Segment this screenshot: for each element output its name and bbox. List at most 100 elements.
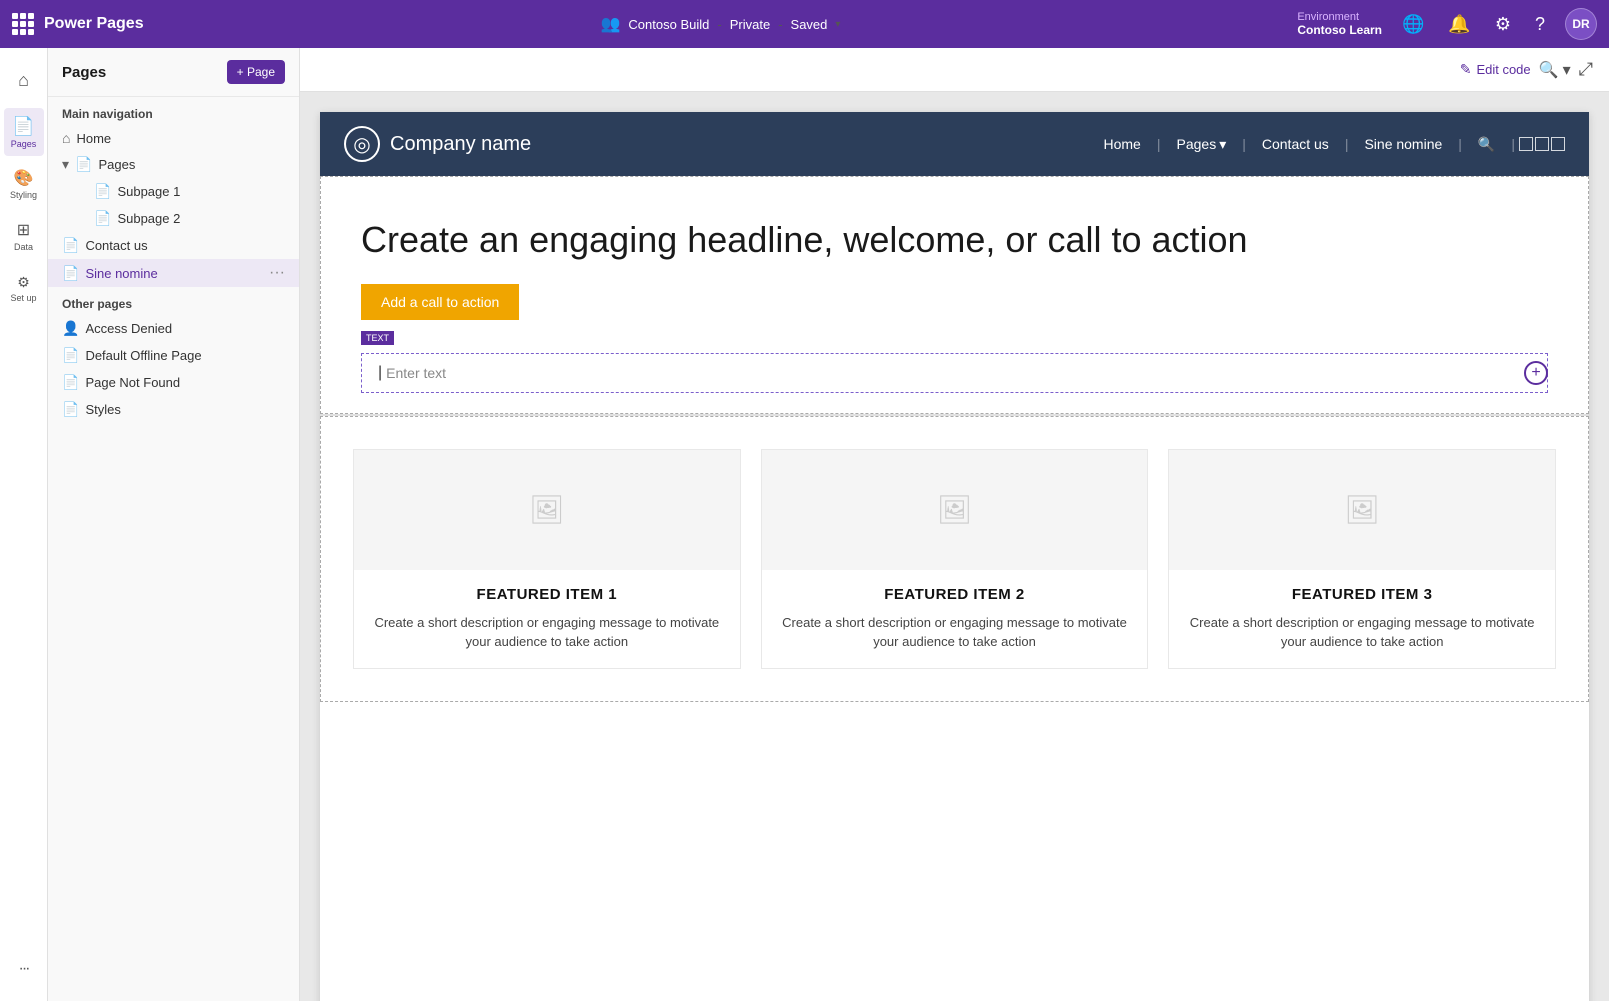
nav-item-home-label: Home bbox=[76, 131, 285, 146]
nav-item-access-denied-label: Access Denied bbox=[85, 321, 285, 336]
image-placeholder-icon-3: 🖼 bbox=[1344, 493, 1380, 526]
app-title: Power Pages bbox=[44, 15, 144, 33]
sidebar-pages-label: Pages bbox=[11, 139, 37, 149]
nav-item-offline-label: Default Offline Page bbox=[85, 348, 285, 363]
nav-sep-4: | bbox=[1458, 136, 1462, 152]
nav-item-sine-nomine-label: Sine nomine bbox=[85, 266, 263, 281]
not-found-icon: 📄 bbox=[62, 374, 79, 391]
notification-icon[interactable]: 🔔 bbox=[1444, 10, 1474, 39]
featured-item-desc-3: Create a short description or engaging m… bbox=[1185, 613, 1539, 652]
environment-icon[interactable]: 🌐 bbox=[1398, 10, 1428, 39]
sidebar-item-setup[interactable]: ⚙ Set up bbox=[4, 264, 44, 312]
nav-item-access-denied[interactable]: 👤 Access Denied bbox=[48, 315, 299, 342]
nav-item-sine-nomine[interactable]: 📄 Sine nomine ··· bbox=[48, 259, 299, 287]
site-people-icon: 👥 bbox=[601, 14, 621, 34]
zoom-button[interactable]: 🔍 bbox=[1539, 60, 1559, 80]
featured-card-body-3: FEATURED ITEM 3 Create a short descripti… bbox=[1169, 570, 1555, 668]
sine-nomine-icon: 📄 bbox=[62, 265, 79, 282]
avatar[interactable]: DR bbox=[1565, 8, 1597, 40]
nav-item-contact[interactable]: 📄 Contact us bbox=[48, 232, 299, 259]
site-dropdown-arrow[interactable]: ▾ bbox=[835, 19, 840, 30]
featured-grid: 🖼 FEATURED ITEM 1 Create a short descrip… bbox=[353, 449, 1556, 669]
apps-icon[interactable] bbox=[12, 13, 34, 35]
featured-image-2: 🖼 bbox=[762, 450, 1148, 570]
collapse-icon: ▾ bbox=[62, 156, 69, 173]
site-logo: ◎ Company name bbox=[344, 126, 1092, 162]
add-page-button[interactable]: + Page bbox=[227, 60, 285, 84]
nav-item-not-found[interactable]: 📄 Page Not Found bbox=[48, 369, 299, 396]
nav-link-home[interactable]: Home bbox=[1092, 130, 1153, 158]
featured-card-body-1: FEATURED ITEM 1 Create a short descripti… bbox=[354, 570, 740, 668]
featured-card-2: 🖼 FEATURED ITEM 2 Create a short descrip… bbox=[761, 449, 1149, 669]
site-nav-links: Home | Pages▾ | Contact us | Sine nomine… bbox=[1092, 130, 1566, 159]
featured-image-3: 🖼 bbox=[1169, 450, 1555, 570]
site-status: Saved bbox=[791, 17, 828, 32]
zoom-dropdown-button[interactable]: ▾ bbox=[1563, 60, 1571, 80]
hero-section: Create an engaging headline, welcome, or… bbox=[320, 176, 1589, 414]
nav-sep-2: | bbox=[1242, 136, 1246, 152]
nav-sep-3: | bbox=[1345, 136, 1349, 152]
featured-item-desc-1: Create a short description or engaging m… bbox=[370, 613, 724, 652]
home-icon: ⌂ bbox=[18, 70, 29, 91]
nav-link-sine[interactable]: Sine nomine bbox=[1352, 130, 1454, 158]
featured-item-title-1: FEATURED ITEM 1 bbox=[370, 586, 724, 603]
nav-search-icon[interactable]: 🔍 bbox=[1466, 130, 1507, 159]
top-bar: Power Pages 👥 Contoso Build - Private - … bbox=[0, 0, 1609, 48]
nav-item-pages-label: Pages bbox=[98, 157, 285, 172]
nav-item-styles[interactable]: 📄 Styles bbox=[48, 396, 299, 423]
featured-image-1: 🖼 bbox=[354, 450, 740, 570]
more-options-icon[interactable]: ··· bbox=[269, 264, 285, 282]
site-name: Contoso Build bbox=[628, 17, 709, 32]
nav-item-not-found-label: Page Not Found bbox=[85, 375, 285, 390]
edit-code-button[interactable]: ✎ Edit code bbox=[1460, 61, 1531, 78]
pages-panel-header: Pages + Page bbox=[48, 48, 299, 97]
edit-toolbar: ✎ Edit code 🔍 ▾ ⤢ bbox=[300, 48, 1609, 92]
cursor-icon: | bbox=[378, 364, 382, 382]
expand-button[interactable]: ⤢ bbox=[1579, 59, 1593, 80]
enter-text-row[interactable]: | Enter text + bbox=[361, 353, 1548, 393]
nav-item-subpage2[interactable]: 📄 Subpage 2 bbox=[48, 205, 299, 232]
image-placeholder-icon-2: 🖼 bbox=[937, 493, 973, 526]
featured-card-3: 🖼 FEATURED ITEM 3 Create a short descrip… bbox=[1168, 449, 1556, 669]
nav-item-pages[interactable]: ▾ 📄 Pages bbox=[48, 151, 299, 178]
nav-sep-1: | bbox=[1157, 136, 1161, 152]
sidebar-item-pages[interactable]: 📄 Pages bbox=[4, 108, 44, 156]
nav-item-subpage1[interactable]: 📄 Subpage 1 bbox=[48, 178, 299, 205]
nav-link-pages[interactable]: Pages▾ bbox=[1165, 130, 1239, 159]
env-name: Contoso Learn bbox=[1297, 23, 1382, 37]
site-privacy: - bbox=[717, 17, 721, 32]
company-name: Company name bbox=[390, 133, 531, 156]
featured-item-title-3: FEATURED ITEM 3 bbox=[1185, 586, 1539, 603]
subpage2-icon: 📄 bbox=[94, 210, 111, 227]
website-preview: ◎ Company name Home | Pages▾ | Contact u… bbox=[320, 112, 1589, 1001]
more-icon: ··· bbox=[19, 960, 29, 978]
site-sep: - bbox=[778, 17, 782, 32]
edit-code-label: Edit code bbox=[1476, 62, 1530, 77]
nav-item-offline[interactable]: 📄 Default Offline Page bbox=[48, 342, 299, 369]
settings-icon[interactable]: ⚙ bbox=[1491, 10, 1515, 39]
icon-sidebar: ⌂ 📄 Pages 🎨 Styling ⊞ Data ⚙ Set up ··· bbox=[0, 48, 48, 1001]
enter-text-label: Enter text bbox=[386, 365, 446, 381]
sidebar-item-styling[interactable]: 🎨 Styling bbox=[4, 160, 44, 208]
styles-icon: 📄 bbox=[62, 401, 79, 418]
sidebar-item-more[interactable]: ··· bbox=[4, 945, 44, 993]
featured-item-desc-2: Create a short description or engaging m… bbox=[778, 613, 1132, 652]
sidebar-setup-label: Set up bbox=[10, 293, 36, 303]
pages-panel: Pages + Page Main navigation ⌂ Home ▾ 📄 … bbox=[48, 48, 300, 1001]
sidebar-data-label: Data bbox=[14, 242, 33, 252]
other-pages-title: Other pages bbox=[48, 287, 299, 315]
sidebar-item-data[interactable]: ⊞ Data bbox=[4, 212, 44, 260]
zoom-controls: 🔍 ▾ bbox=[1539, 60, 1571, 80]
image-placeholder-icon-1: 🖼 bbox=[529, 493, 565, 526]
hero-headline: Create an engaging headline, welcome, or… bbox=[361, 217, 1548, 264]
logo-circle-icon: ◎ bbox=[353, 132, 370, 157]
help-icon[interactable]: ? bbox=[1531, 10, 1549, 39]
add-section-button[interactable]: + bbox=[1524, 361, 1548, 385]
nav-item-home[interactable]: ⌂ Home bbox=[48, 125, 299, 151]
cta-button[interactable]: Add a call to action bbox=[361, 284, 519, 320]
canvas: ◎ Company name Home | Pages▾ | Contact u… bbox=[300, 92, 1609, 1001]
bar-icon-1 bbox=[1519, 137, 1533, 151]
sidebar-item-home[interactable]: ⌂ bbox=[4, 56, 44, 104]
featured-card-1: 🖼 FEATURED ITEM 1 Create a short descrip… bbox=[353, 449, 741, 669]
nav-link-contact[interactable]: Contact us bbox=[1250, 130, 1341, 158]
